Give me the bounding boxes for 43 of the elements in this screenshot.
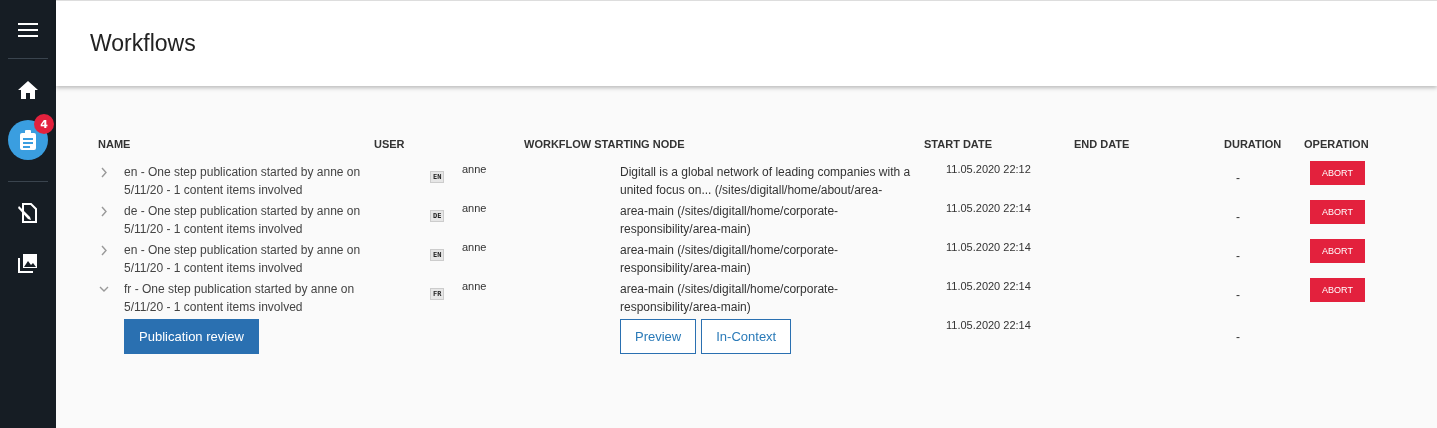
user-name: anne (462, 162, 488, 177)
node-path-label: area-main (/sites/digitall/home/corporate-responsibility/area-main) (620, 242, 840, 277)
user-name: anne (462, 240, 488, 255)
notification-badge: 4 (34, 114, 54, 134)
duration: - (1236, 287, 1241, 304)
page-title: Workflows (90, 30, 196, 57)
in-context-button[interactable]: In-Context (701, 319, 792, 354)
duration: - (1236, 170, 1241, 187)
menu-icon[interactable] (18, 23, 38, 37)
start-date: 11.05.2020 22:12 (946, 162, 1032, 177)
chevron-right-icon[interactable] (98, 165, 110, 179)
start-date: 11.05.2020 22:14 (946, 318, 1032, 333)
column-header: USER (374, 138, 406, 152)
node-path-label: area-main (/sites/digitall/home/corporate-responsibility/area-main) (620, 203, 840, 238)
abort-button[interactable]: ABORT (1310, 239, 1365, 263)
node-path-label: area-main (/sites/digitall/home/corporate-responsibility/area-main) (620, 281, 840, 316)
preview-button[interactable]: Preview (620, 319, 697, 354)
publication-review-button[interactable]: Publication review (124, 319, 259, 354)
workflow-name: fr - One step publication started by anne on 5/11/20 - 1 content items involved (124, 281, 356, 316)
edit-document-icon (18, 203, 38, 223)
user-name: anne (462, 279, 488, 294)
clipboard-icon (20, 130, 36, 150)
column-header: OPERATION (1304, 138, 1370, 152)
column-header: START DATE (924, 138, 994, 152)
abort-button[interactable]: ABORT (1310, 200, 1365, 224)
nav-button[interactable] (8, 120, 48, 160)
abort-button[interactable]: ABORT (1310, 161, 1365, 185)
user-name: anne (462, 201, 488, 216)
start-date: 11.05.2020 22:14 (946, 240, 1032, 255)
column-header: WORKFLOW STARTING NODE (524, 138, 686, 152)
duration: - (1236, 329, 1241, 346)
home-icon (18, 81, 38, 99)
chevron-right-icon[interactable] (98, 204, 110, 218)
column-header: END DATE (1074, 138, 1131, 152)
duration: - (1236, 209, 1241, 226)
abort-button[interactable]: ABORT (1310, 278, 1365, 302)
start-date: 11.05.2020 22:14 (946, 279, 1032, 294)
column-header: NAME (98, 138, 132, 152)
chevron-right-icon[interactable] (98, 243, 110, 257)
duration: - (1236, 248, 1241, 265)
column-header: DURATION (1224, 138, 1283, 152)
images-icon (18, 253, 38, 273)
start-date: 11.05.2020 22:14 (946, 201, 1032, 216)
